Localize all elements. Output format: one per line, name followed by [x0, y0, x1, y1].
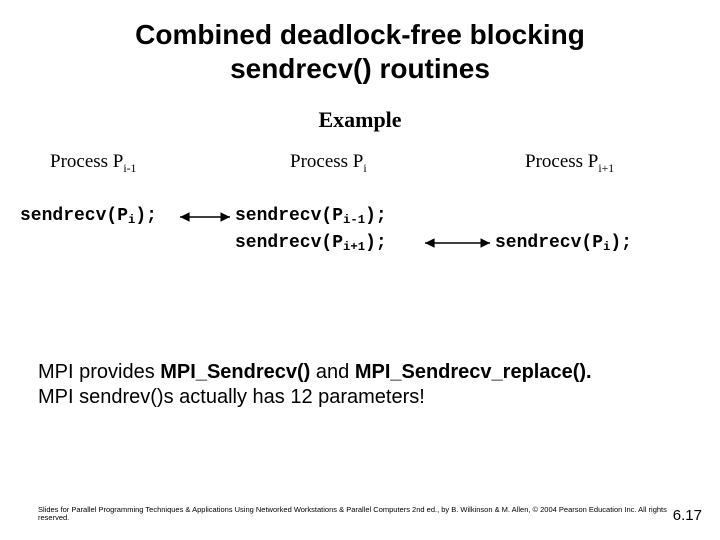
code-left: sendrecv(Pi); — [20, 206, 157, 227]
body-line1-bold2: MPI_Sendrecv_replace(). — [355, 361, 592, 383]
footer-credit: Slides for Parallel Programming Techniqu… — [38, 506, 678, 523]
process-prefix: Process P — [50, 151, 123, 172]
process-sub: i-1 — [123, 162, 136, 175]
code-mid-1: sendrecv(Pi-1); — [235, 206, 387, 227]
code-tail: ); — [610, 233, 632, 253]
code-tail: ); — [135, 206, 157, 226]
process-prefix: Process P — [290, 151, 363, 172]
code-tail: ); — [365, 206, 387, 226]
process-label-right: Process Pi+1 — [525, 151, 614, 173]
code-mid-2: sendrecv(Pi+1); — [235, 233, 387, 254]
title-line-2: sendrecv() routines — [230, 53, 490, 84]
body-text: MPI provides MPI_Sendrecv() and MPI_Send… — [38, 360, 688, 410]
process-sub: i — [363, 162, 366, 175]
code-call: sendrecv(P — [235, 233, 343, 253]
process-sub: i+1 — [598, 162, 614, 175]
example-heading: Example — [0, 107, 720, 133]
process-prefix: Process P — [525, 151, 598, 172]
sendrecv-diagram: Process Pi-1 Process Pi Process Pi+1 sen… — [20, 151, 700, 311]
code-right: sendrecv(Pi); — [495, 233, 632, 254]
code-tail: ); — [365, 233, 387, 253]
process-label-mid: Process Pi — [290, 151, 367, 173]
body-line1-pre: MPI provides — [38, 361, 160, 383]
body-line2: MPI sendrev()s actually has 12 parameter… — [38, 386, 425, 408]
body-line1-bold1: MPI_Sendrecv() — [160, 361, 310, 383]
body-line1-mid: and — [310, 361, 354, 383]
code-call: sendrecv(P — [235, 206, 343, 226]
title-line-1: Combined deadlock-free blocking — [135, 19, 585, 50]
process-label-left: Process Pi-1 — [50, 151, 136, 173]
page-number: 6.17 — [673, 507, 702, 524]
slide: Combined deadlock-free blocking sendrecv… — [0, 0, 720, 540]
code-sub: i+1 — [343, 240, 365, 254]
code-sub: i-1 — [343, 213, 365, 227]
code-call: sendrecv(P — [20, 206, 128, 226]
arrow-overlay — [20, 151, 700, 311]
slide-title: Combined deadlock-free blocking sendrecv… — [0, 0, 720, 85]
code-call: sendrecv(P — [495, 233, 603, 253]
